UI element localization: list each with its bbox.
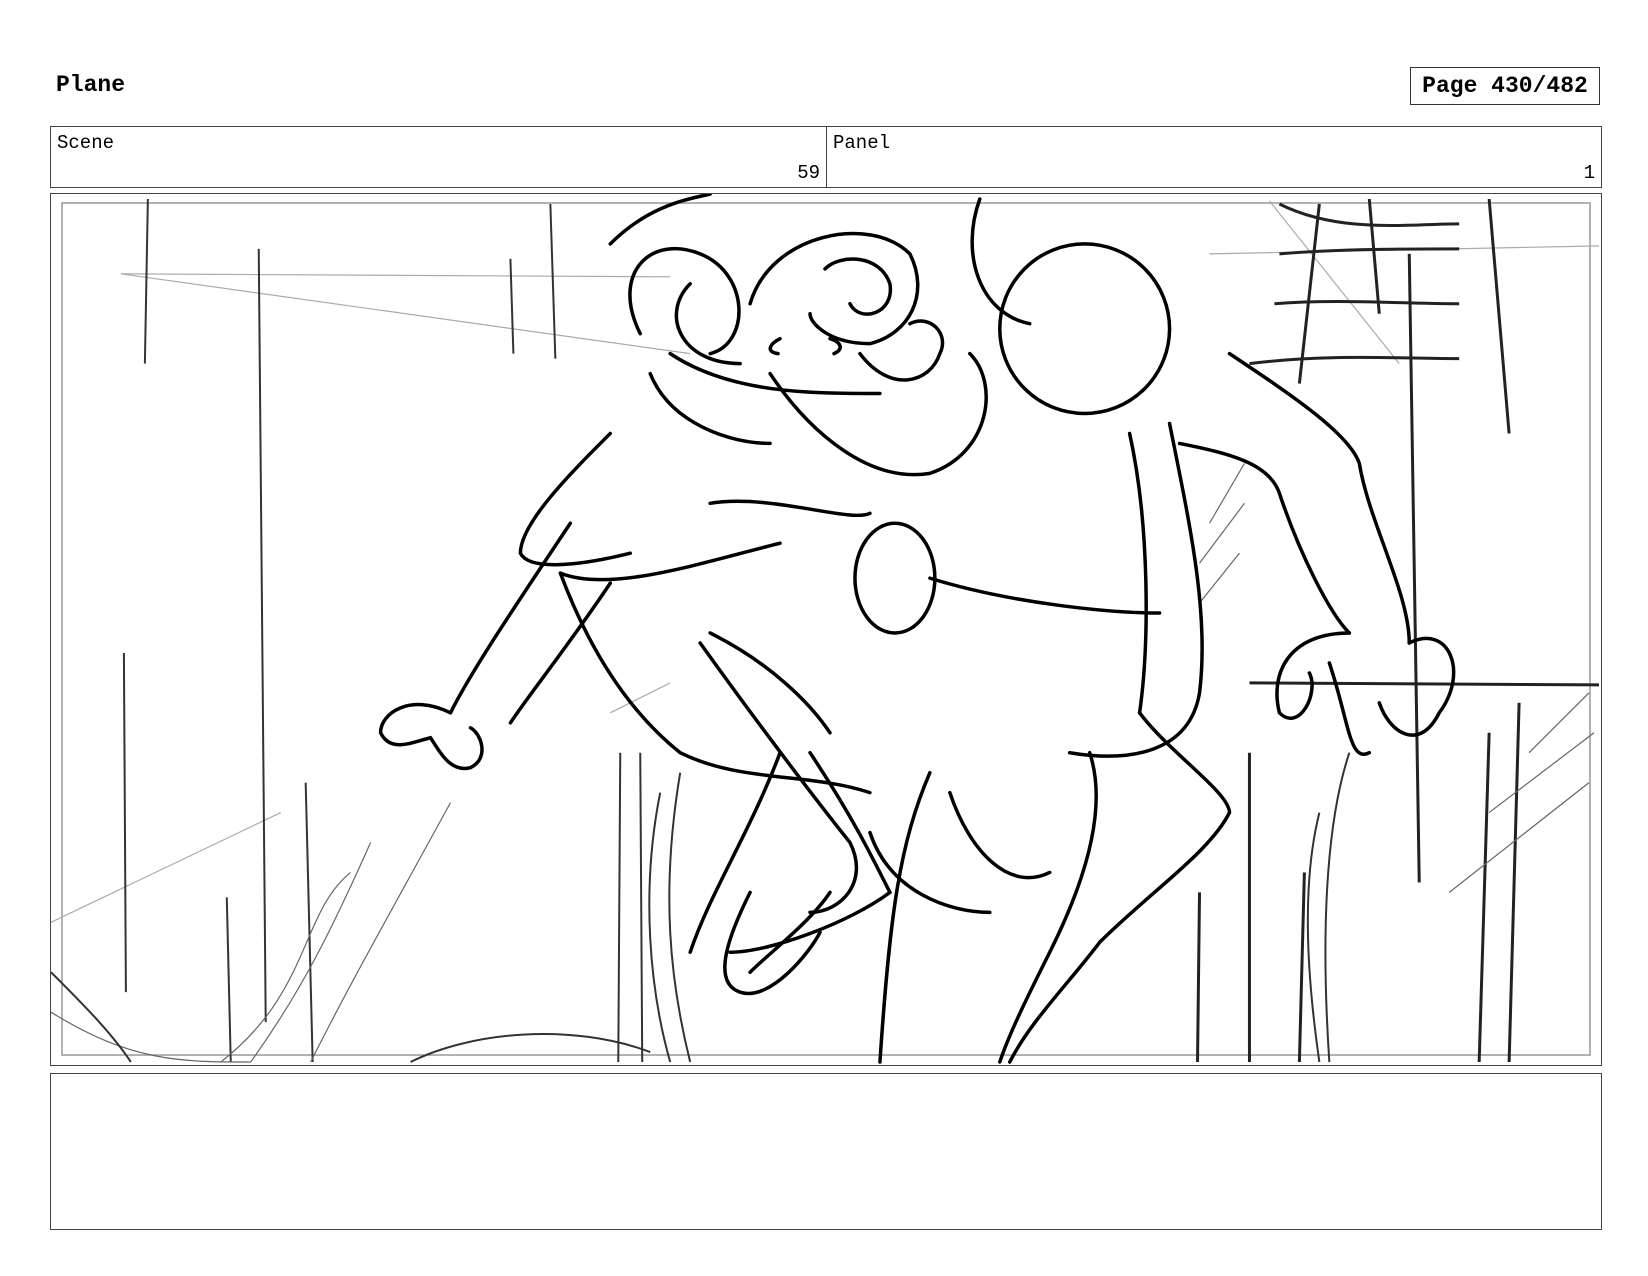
scene-number: 59 (797, 162, 820, 184)
notes-box (50, 1073, 1602, 1230)
panel-label: Panel (833, 132, 891, 154)
storyboard-sketch (51, 194, 1600, 1064)
scene-cell: Scene 59 (51, 127, 827, 187)
storyboard-frame (50, 193, 1602, 1066)
panel-cell: Panel 1 (827, 127, 1601, 187)
scene-panel-header: Scene 59 Panel 1 (50, 126, 1602, 188)
panel-number: 1 (1583, 162, 1595, 184)
page-indicator: Page 430/482 (1410, 67, 1600, 105)
scene-label: Scene (57, 132, 115, 154)
document-title: Plane (56, 72, 126, 98)
